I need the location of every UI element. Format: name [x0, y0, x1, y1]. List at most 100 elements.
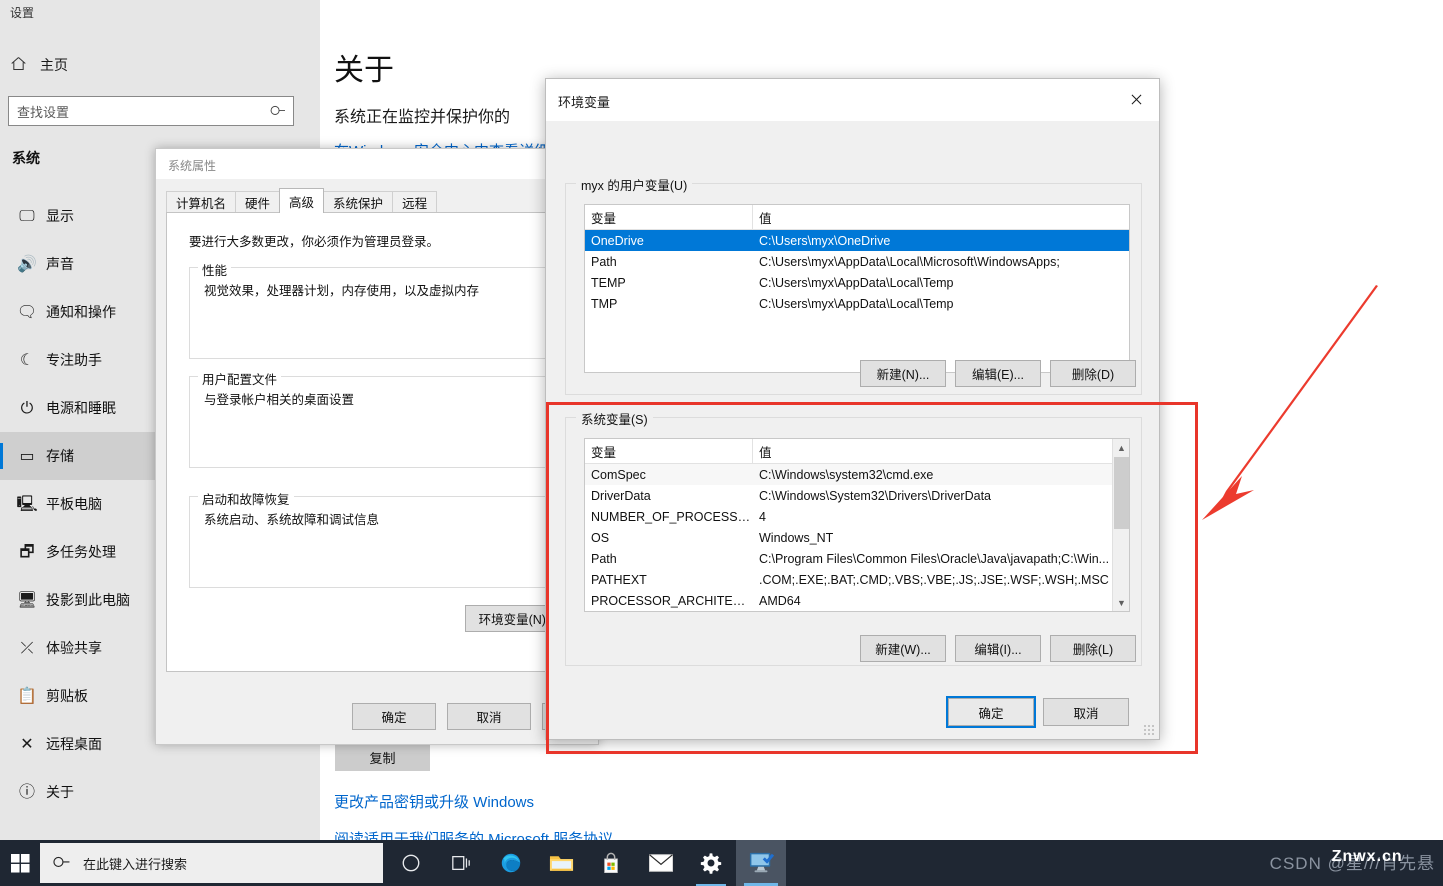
- table-row[interactable]: OSWindows_NT: [585, 527, 1129, 548]
- share-icon: ⤫: [8, 640, 46, 656]
- mail-icon[interactable]: [636, 840, 686, 886]
- variable-value-cell: C:\Users\myx\AppData\Local\Temp: [753, 276, 1129, 290]
- sidebar-item-label: 显示: [46, 206, 74, 226]
- system-col-value[interactable]: 值: [753, 439, 1129, 463]
- taskbar-search-input[interactable]: 在此键入进行搜索: [40, 843, 383, 883]
- speaker-icon: 🔊: [8, 256, 46, 272]
- performance-group-label: 性能: [198, 260, 231, 279]
- table-row[interactable]: DriverDataC:\Windows\System32\Drivers\Dr…: [585, 485, 1129, 506]
- user-col-name[interactable]: 变量: [585, 205, 753, 229]
- system-variables-legend: 系统变量(S): [576, 409, 653, 428]
- user-col-value[interactable]: 值: [753, 205, 1129, 229]
- scroll-up-icon[interactable]: ▲: [1113, 439, 1130, 456]
- tab-1[interactable]: 硬件: [235, 191, 280, 213]
- power-icon: ⏻: [8, 400, 46, 416]
- search-input[interactable]: 查找设置: [8, 96, 294, 126]
- sidebar-item-label: 专注助手: [46, 350, 102, 370]
- clipboard-icon: 📋: [8, 688, 46, 704]
- sidebar-item-label: 关于: [46, 782, 74, 802]
- sysprop-ok-button[interactable]: 确定: [352, 703, 436, 730]
- sidebar-section-header: 系统: [12, 148, 40, 168]
- info-icon: ⓘ: [8, 784, 46, 800]
- table-row[interactable]: PATHEXT.COM;.EXE;.BAT;.CMD;.VBS;.VBE;.JS…: [585, 569, 1129, 590]
- sidebar-item-label: 多任务处理: [46, 542, 116, 562]
- system-properties-title: 系统属性: [168, 157, 216, 174]
- system-variables-list[interactable]: 变量 值 ComSpecC:\Windows\system32\cmd.exeD…: [584, 438, 1130, 612]
- microsoft-store-icon[interactable]: [586, 840, 636, 886]
- user-profiles-group-desc: 与登录帐户相关的桌面设置: [204, 389, 354, 408]
- environment-variables-dialog: 环境变量 myx 的用户变量(U) 变量 值 OneDriveC:\Users\…: [545, 78, 1160, 740]
- table-row[interactable]: NUMBER_OF_PROCESSORS4: [585, 506, 1129, 527]
- system-properties-tabs: 计算机名硬件高级系统保护远程: [166, 189, 436, 213]
- system-variables-group: 系统变量(S) 变量 值 ComSpecC:\Windows\system32\…: [565, 417, 1142, 666]
- startup-recovery-group-label: 启动和故障恢复: [198, 489, 294, 508]
- system-properties-icon[interactable]: [736, 840, 786, 886]
- system-col-name[interactable]: 变量: [585, 439, 753, 463]
- taskbar-icons: [386, 840, 786, 886]
- scroll-down-icon[interactable]: ▼: [1113, 594, 1130, 611]
- sidebar-item-home-label: 主页: [40, 55, 68, 75]
- table-row[interactable]: PathC:\Users\myx\AppData\Local\Microsoft…: [585, 251, 1129, 272]
- env-cancel-button[interactable]: 取消: [1043, 698, 1129, 726]
- file-explorer-icon[interactable]: [536, 840, 586, 886]
- table-row[interactable]: ComSpecC:\Windows\system32\cmd.exe: [585, 464, 1129, 485]
- search-icon: [50, 851, 73, 874]
- user-profiles-group-label: 用户配置文件: [198, 369, 281, 388]
- table-row[interactable]: PROCESSOR_ARCHITECT...AMD64: [585, 590, 1129, 611]
- task-view-icon[interactable]: [436, 840, 486, 886]
- tab-2[interactable]: 高级: [279, 188, 324, 213]
- taskbar: 在此键入进行搜索: [0, 840, 1443, 886]
- variable-value-cell: .COM;.EXE;.BAT;.CMD;.VBS;.VBE;.JS;.JSE;.…: [753, 573, 1129, 587]
- resize-grip-icon[interactable]: [1143, 724, 1155, 736]
- table-row[interactable]: OneDriveC:\Users\myx\OneDrive: [585, 230, 1129, 251]
- tab-3[interactable]: 系统保护: [323, 191, 393, 213]
- notification-icon: 🗨: [8, 304, 46, 320]
- cortana-icon[interactable]: [386, 840, 436, 886]
- variable-value-cell: Windows_NT: [753, 531, 1129, 545]
- sidebar-item-home[interactable]: 主页: [0, 48, 320, 82]
- moon-icon: ☾: [8, 352, 46, 368]
- settings-app-title: 设置: [10, 4, 34, 21]
- watermark-overlay: Znwx.cn: [1332, 848, 1403, 866]
- variable-name-cell: OneDrive: [585, 234, 753, 248]
- tab-0[interactable]: 计算机名: [166, 191, 236, 213]
- sidebar-item-label: 通知和操作: [46, 302, 116, 322]
- sidebar-item-label: 体验共享: [46, 638, 102, 658]
- system-properties-body: 要进行大多数更改，你必须作为管理员登录。 性能 视觉效果，处理器计划，内存使用，…: [166, 212, 590, 672]
- system-edit-button[interactable]: 编辑(I)...: [955, 635, 1041, 662]
- variable-name-cell: PATHEXT: [585, 573, 753, 587]
- copy-button[interactable]: 复制: [335, 743, 430, 771]
- env-ok-button[interactable]: 确定: [948, 698, 1034, 726]
- tab-4[interactable]: 远程: [392, 191, 437, 213]
- scrollbar-thumb[interactable]: [1114, 457, 1129, 529]
- variable-name-cell: ComSpec: [585, 468, 753, 482]
- edge-browser-icon[interactable]: [486, 840, 536, 886]
- variable-value-cell: 4: [753, 510, 1129, 524]
- table-row[interactable]: TEMPC:\Users\myx\AppData\Local\Temp: [585, 272, 1129, 293]
- product-key-link[interactable]: 更改产品密钥或升级 Windows: [334, 791, 534, 812]
- table-row[interactable]: PathC:\Program Files\Common Files\Oracle…: [585, 548, 1129, 569]
- system-delete-button[interactable]: 删除(L): [1050, 635, 1136, 662]
- user-variables-legend: myx 的用户变量(U): [576, 175, 692, 194]
- user-variables-list[interactable]: 变量 值 OneDriveC:\Users\myx\OneDrivePathC:…: [584, 204, 1130, 373]
- system-variables-scrollbar[interactable]: ▲ ▼: [1112, 439, 1129, 611]
- sidebar-item-label: 投影到此电脑: [46, 590, 130, 610]
- page-title: 关于: [334, 45, 394, 89]
- user-new-button[interactable]: 新建(N)...: [860, 360, 946, 387]
- sysprop-cancel-button[interactable]: 取消: [447, 703, 531, 730]
- sidebar-item-12[interactable]: ⓘ关于: [0, 768, 320, 816]
- table-row[interactable]: TMPC:\Users\myx\AppData\Local\Temp: [585, 293, 1129, 314]
- variable-name-cell: OS: [585, 531, 753, 545]
- variable-value-cell: C:\Users\myx\AppData\Local\Temp: [753, 297, 1129, 311]
- watermark: CSDN @星///肖先悬 Znwx.cn: [1270, 849, 1435, 874]
- user-edit-button[interactable]: 编辑(E)...: [955, 360, 1041, 387]
- close-icon[interactable]: [1113, 79, 1159, 120]
- windows-start-icon[interactable]: [0, 840, 40, 886]
- variable-value-cell: C:\Windows\System32\Drivers\DriverData: [753, 489, 1129, 503]
- system-new-button[interactable]: 新建(W)...: [860, 635, 946, 662]
- user-delete-button[interactable]: 删除(D): [1050, 360, 1136, 387]
- tablet-icon: 🖳: [8, 496, 46, 512]
- variable-value-cell: AMD64: [753, 594, 1129, 608]
- settings-gear-icon[interactable]: [686, 840, 736, 886]
- sidebar-item-label: 平板电脑: [46, 494, 102, 514]
